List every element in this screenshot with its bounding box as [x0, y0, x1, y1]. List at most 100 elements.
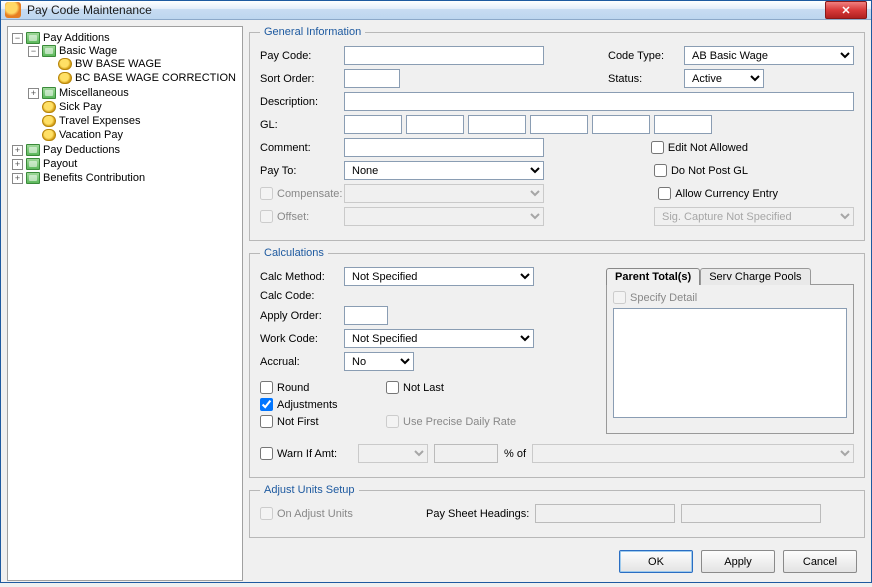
gl-input-6[interactable] — [654, 115, 712, 134]
gl-input-4[interactable] — [530, 115, 588, 134]
label-code-type: Code Type: — [608, 50, 678, 62]
warn-value-input — [434, 444, 498, 463]
titlebar: Pay Code Maintenance ✕ — [1, 1, 871, 20]
calculations-group: Calculations Calc Method: Not Specified … — [249, 247, 865, 478]
label-apply-order: Apply Order: — [260, 310, 338, 322]
coins-icon — [42, 101, 56, 113]
app-icon — [5, 2, 21, 18]
calc-method-select[interactable]: Not Specified — [344, 267, 534, 286]
window: Pay Code Maintenance ✕ − Pay Additions — [0, 0, 872, 583]
content-area: − Pay Additions − Basic Wage — [1, 20, 871, 587]
cancel-button[interactable]: Cancel — [783, 550, 857, 573]
label-status: Status: — [608, 73, 678, 85]
warn-operator-select — [358, 444, 428, 463]
tree-bw-base-wage[interactable]: BW BASE WAGE — [44, 58, 240, 70]
ok-button[interactable]: OK — [619, 550, 693, 573]
coins-icon — [42, 115, 56, 127]
folder-icon — [26, 172, 40, 184]
tree-pay-additions[interactable]: − Pay Additions — [12, 32, 240, 44]
form-panel: General Information Pay Code: Code Type:… — [249, 26, 865, 581]
label-pay-sheet-headings: Pay Sheet Headings: — [426, 508, 529, 520]
coins-icon — [58, 58, 72, 70]
tab-body: Specify Detail — [606, 284, 854, 434]
offset-checkbox: Offset: — [260, 210, 338, 223]
gl-input-2[interactable] — [406, 115, 464, 134]
label-comment: Comment: — [260, 142, 338, 154]
expand-icon[interactable]: + — [12, 145, 23, 156]
specify-detail-checkbox: Specify Detail — [613, 291, 847, 304]
tree-travel-expenses[interactable]: Travel Expenses — [28, 115, 240, 127]
not-last-checkbox[interactable]: Not Last — [386, 381, 444, 394]
status-select[interactable]: Active — [684, 69, 764, 88]
edit-not-allowed-checkbox[interactable]: Edit Not Allowed — [651, 141, 748, 154]
pay-to-select[interactable]: None — [344, 161, 544, 180]
coins-icon — [58, 72, 72, 84]
tree-benefits-contribution[interactable]: + Benefits Contribution — [12, 172, 240, 184]
accrual-select[interactable]: No — [344, 352, 414, 371]
apply-order-input[interactable] — [344, 306, 388, 325]
calc-tabs: Parent Total(s) Serv Charge Pools — [606, 267, 854, 284]
folder-icon — [42, 45, 56, 57]
tab-serv-charge-pools[interactable]: Serv Charge Pools — [700, 268, 810, 285]
sig-capture-select: Sig. Capture Not Specified — [654, 207, 854, 226]
pay-sheet-heading-2-input — [681, 504, 821, 523]
comment-input[interactable] — [344, 138, 544, 157]
offset-select — [344, 207, 544, 226]
gl-segment-group — [344, 115, 712, 134]
warn-of-select — [532, 444, 854, 463]
sort-order-input[interactable] — [344, 69, 400, 88]
description-input[interactable] — [344, 92, 854, 111]
not-first-checkbox[interactable]: Not First — [260, 415, 380, 428]
label-pay-code: Pay Code: — [260, 50, 338, 62]
tree-pay-deductions[interactable]: + Pay Deductions — [12, 144, 240, 156]
pay-code-input[interactable] — [344, 46, 544, 65]
gl-input-5[interactable] — [592, 115, 650, 134]
label-description: Description: — [260, 96, 338, 108]
on-adjust-units-checkbox: On Adjust Units — [260, 507, 420, 520]
parent-totals-list[interactable] — [613, 308, 847, 418]
compensate-checkbox: Compensate: — [260, 187, 338, 200]
expand-icon[interactable]: + — [12, 159, 23, 170]
expand-icon[interactable]: + — [12, 173, 23, 184]
work-code-select[interactable]: Not Specified — [344, 329, 534, 348]
legend-adjust: Adjust Units Setup — [260, 484, 359, 496]
tree-miscellaneous[interactable]: + Miscellaneous — [28, 87, 240, 99]
close-icon: ✕ — [841, 4, 850, 17]
adjustments-checkbox[interactable]: Adjustments — [260, 398, 380, 411]
folder-icon — [26, 32, 40, 44]
label-gl: GL: — [260, 119, 338, 131]
label-calc-method: Calc Method: — [260, 271, 338, 283]
tree-payout[interactable]: + Payout — [12, 158, 240, 170]
folder-icon — [26, 158, 40, 170]
code-type-select[interactable]: AB Basic Wage — [684, 46, 854, 65]
round-checkbox[interactable]: Round — [260, 381, 380, 394]
collapse-icon[interactable]: − — [28, 46, 39, 57]
collapse-icon[interactable]: − — [12, 33, 23, 44]
tree-vacation-pay[interactable]: Vacation Pay — [28, 129, 240, 141]
adjust-units-group: Adjust Units Setup On Adjust Units Pay S… — [249, 484, 865, 538]
label-percent-of: % of — [504, 448, 526, 460]
warn-if-amt-checkbox[interactable]: Warn If Amt: — [260, 447, 352, 460]
tree-sick-pay[interactable]: Sick Pay — [28, 101, 240, 113]
gl-input-3[interactable] — [468, 115, 526, 134]
tree-basic-wage[interactable]: − Basic Wage — [28, 45, 240, 57]
legend-calculations: Calculations — [260, 247, 328, 259]
use-precise-daily-checkbox: Use Precise Daily Rate — [386, 415, 516, 428]
gl-input-1[interactable] — [344, 115, 402, 134]
label-work-code: Work Code: — [260, 333, 338, 345]
tab-parent-totals[interactable]: Parent Total(s) — [606, 268, 700, 285]
window-title: Pay Code Maintenance — [27, 3, 825, 17]
dialog-buttons: OK Apply Cancel — [249, 544, 865, 581]
compensate-select — [344, 184, 544, 203]
label-calc-code: Calc Code: — [260, 290, 338, 302]
expand-icon[interactable]: + — [28, 88, 39, 99]
allow-currency-checkbox[interactable]: Allow Currency Entry — [658, 187, 778, 200]
close-button[interactable]: ✕ — [825, 1, 867, 19]
tree-bc-base-wage-correction[interactable]: BC BASE WAGE CORRECTION — [44, 72, 240, 84]
tree-panel: − Pay Additions − Basic Wage — [7, 26, 243, 581]
label-sort-order: Sort Order: — [260, 73, 338, 85]
do-not-post-gl-checkbox[interactable]: Do Not Post GL — [654, 164, 748, 177]
general-information-group: General Information Pay Code: Code Type:… — [249, 26, 865, 241]
label-accrual: Accrual: — [260, 356, 338, 368]
apply-button[interactable]: Apply — [701, 550, 775, 573]
